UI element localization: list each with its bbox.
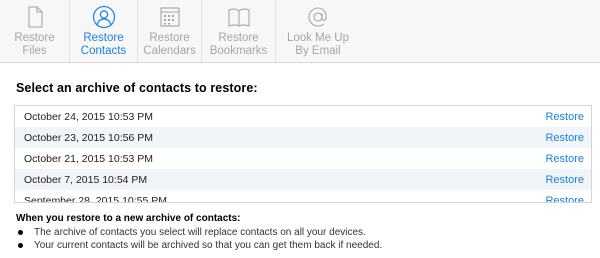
tab-label: Restore Calendars — [143, 32, 196, 57]
tab-restore-contacts[interactable]: Restore Contacts — [70, 0, 138, 62]
restore-link[interactable]: Restore — [545, 111, 584, 123]
at-icon — [308, 7, 327, 27]
restore-toolbar: Restore Files Restore Contacts Restore C… — [0, 0, 600, 63]
tab-look-me-up-by-email[interactable]: Look Me Up By Email — [276, 0, 360, 62]
notes-title: When you restore to a new archive of con… — [16, 213, 241, 224]
note-item: Your current contacts will be archived s… — [16, 239, 382, 252]
book-icon — [227, 8, 250, 27]
page-title: Select an archive of contacts to restore… — [16, 81, 258, 95]
archive-list[interactable]: October 24, 2015 10:53 PM Restore Octobe… — [14, 105, 592, 203]
list-item: October 21, 2015 10:53 PM Restore — [15, 148, 591, 169]
archive-date: October 23, 2015 10:56 PM — [24, 131, 153, 144]
tab-label: Restore Contacts — [80, 32, 127, 57]
note-text: Your current contacts will be archived s… — [34, 240, 383, 251]
bullet-icon — [18, 230, 23, 235]
note-text: The archive of contacts you select will … — [34, 227, 366, 238]
archive-date: October 21, 2015 10:53 PM — [24, 152, 153, 165]
calendar-icon — [159, 7, 180, 27]
list-item: October 24, 2015 10:53 PM Restore — [15, 106, 591, 127]
tab-restore-files[interactable]: Restore Files — [0, 0, 70, 62]
note-item: The archive of contacts you select will … — [16, 226, 382, 239]
file-icon — [27, 6, 43, 28]
tab-restore-calendars[interactable]: Restore Calendars — [138, 0, 202, 62]
list-item: October 23, 2015 10:56 PM Restore — [15, 127, 591, 148]
list-item: September 28, 2015 10:55 PM Restore — [15, 190, 591, 203]
bullet-icon — [18, 243, 23, 248]
tab-label: Restore Bookmarks — [209, 32, 268, 57]
tab-restore-bookmarks[interactable]: Restore Bookmarks — [202, 0, 276, 62]
notes-list: The archive of contacts you select will … — [16, 226, 382, 252]
archive-date: September 28, 2015 10:55 PM — [24, 194, 168, 203]
tab-label: Look Me Up By Email — [286, 32, 349, 57]
restore-link[interactable]: Restore — [545, 195, 584, 203]
list-item: October 7, 2015 10:54 PM Restore — [15, 169, 591, 190]
restore-link[interactable]: Restore — [545, 153, 584, 165]
restore-link[interactable]: Restore — [545, 132, 584, 144]
archive-date: October 24, 2015 10:53 PM — [24, 110, 153, 123]
tab-label: Restore Files — [14, 32, 55, 57]
restore-link[interactable]: Restore — [545, 174, 584, 186]
archive-date: October 7, 2015 10:54 PM — [24, 173, 148, 186]
contact-icon — [92, 5, 115, 29]
